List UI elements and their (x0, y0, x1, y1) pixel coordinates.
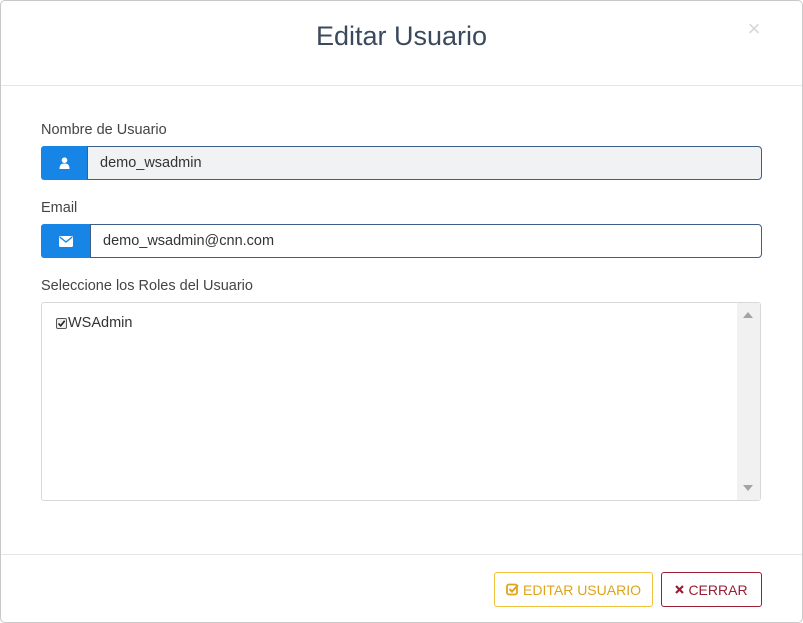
modal-footer: EDITAR USUARIO CERRAR (1, 554, 802, 623)
roles-scrollbar[interactable] (737, 303, 760, 500)
close-icon[interactable]: × (743, 15, 765, 43)
roles-list[interactable]: WSAdmin (41, 302, 761, 501)
close-button-label: CERRAR (688, 581, 748, 598)
email-field[interactable]: demo_wsadmin@cnn.com (90, 224, 762, 258)
email-input-group: demo_wsadmin@cnn.com (41, 224, 762, 258)
username-input-group: demo_wsadmin (41, 146, 762, 180)
role-label: WSAdmin (68, 315, 133, 331)
user-icon (41, 146, 87, 180)
times-icon (675, 585, 685, 594)
edit-user-button[interactable]: EDITAR USUARIO (494, 572, 653, 607)
username-label: Nombre de Usuario (41, 122, 167, 138)
role-checkbox[interactable] (56, 317, 67, 329)
modal-header: Editar Usuario × (1, 1, 802, 86)
close-button[interactable]: CERRAR (661, 572, 762, 607)
username-field[interactable]: demo_wsadmin (87, 146, 762, 180)
envelope-icon (41, 224, 90, 258)
edit-user-modal: Editar Usuario × Nombre de Usuario demo_… (0, 0, 803, 623)
role-item-wsadmin[interactable]: WSAdmin (56, 315, 132, 331)
scroll-down-arrow-icon[interactable] (743, 485, 753, 491)
scroll-up-arrow-icon[interactable] (743, 312, 753, 318)
email-label: Email (41, 200, 78, 216)
check-square-icon (506, 583, 519, 596)
modal-title: Editar Usuario (315, 21, 488, 51)
roles-label: Seleccione los Roles del Usuario (41, 278, 253, 294)
edit-user-button-label: EDITAR USUARIO (523, 581, 641, 598)
